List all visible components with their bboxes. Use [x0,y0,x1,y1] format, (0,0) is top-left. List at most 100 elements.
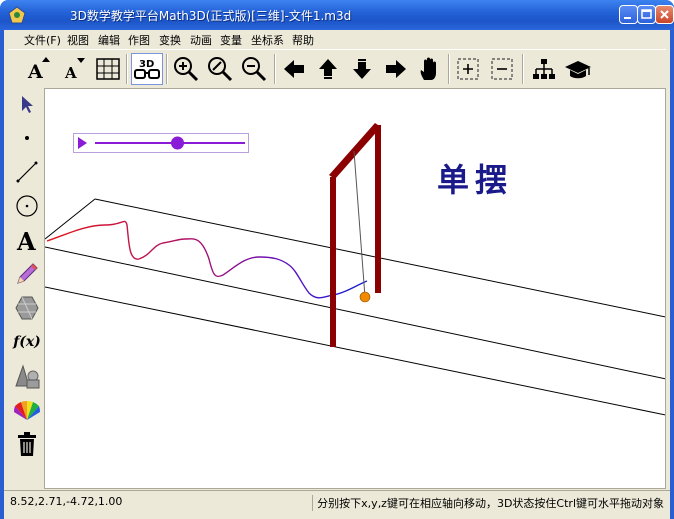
menu-draw[interactable]: 作图 [128,32,150,48]
frame-front-post [330,177,336,347]
close-button[interactable] [655,5,674,24]
status-hint: 分别按下x,y,z键可在相应轴向移动，3D状态按住Ctrl键可水平拖动对象 [312,495,664,511]
circle-tool-icon [16,195,38,217]
move-left-button[interactable] [278,53,310,85]
zoom-fit-icon [208,57,233,82]
canvas-heading: 单摆 [437,161,514,199]
move-down-button[interactable] [346,53,378,85]
menu-animation[interactable]: 动画 [190,32,212,48]
toolbar-separator [448,54,450,84]
pan-button[interactable] [414,53,446,85]
collapse-button[interactable] [486,53,518,85]
pencil-tool-icon [17,263,38,284]
font-decrease-label: A [64,64,77,82]
toolbar: A A 3D [8,49,666,89]
toolbar-separator [522,54,524,84]
toolbar-separator [274,54,276,84]
side-toolbar: A f(x) [8,88,46,489]
title-bar[interactable]: 3D数学教学平台Math3D(正式版)[三维]-文件1.m3d [0,0,674,30]
text-tool[interactable]: A [11,224,43,256]
delete-tool[interactable] [11,428,43,460]
solid-tool[interactable] [11,360,43,392]
move-right-button[interactable] [380,53,412,85]
close-icon [660,10,669,19]
app-window: 3D数学教学平台Math3D(正式版)[三维]-文件1.m3d 文件(F) 视图… [0,0,674,519]
arrow-up-icon [319,59,337,79]
window-title: 3D数学教学平台Math3D(正式版)[三维]-文件1.m3d [70,9,352,23]
font-decrease-button[interactable]: A [58,53,90,85]
ground-line-front [45,286,665,416]
menu-transform[interactable]: 变换 [159,32,181,48]
maximize-button[interactable] [637,5,656,24]
menu-coordinate[interactable]: 坐标系 [251,32,284,48]
pendulum-string [353,150,366,298]
font-decrease-icon: A [64,58,85,82]
3d-glasses-icon: 3D [134,59,160,79]
maximize-icon [641,9,652,19]
line-tool-icon [16,161,38,183]
pendulum-bob[interactable] [359,291,371,303]
frame-back-post [375,125,381,293]
text-tool-icon: A [16,227,36,253]
window-frame-right [670,30,674,519]
zoom-fit-button[interactable] [204,53,236,85]
pendulum-trace-curve [46,220,368,299]
arrow-down-icon [353,59,371,79]
function-tool-icon: f(x) [13,334,41,350]
zoom-out-button[interactable] [238,53,270,85]
hierarchy-icon [533,59,555,79]
text-tool-label: A [16,227,36,253]
ground-line-middle [45,246,665,380]
zoom-in-button[interactable] [170,53,202,85]
menu-view[interactable]: 视图 [67,32,89,48]
menu-bar: 文件(F) 视图 编辑 作图 变换 动画 变量 坐标系 帮助 [4,30,670,48]
move-up-button[interactable] [312,53,344,85]
scene-3d [45,123,665,416]
client-area: 文件(F) 视图 编辑 作图 变换 动画 变量 坐标系 帮助 A A 3D A … [4,30,670,519]
line-tool[interactable] [11,156,43,188]
box-plus-icon [457,58,479,80]
menu-edit[interactable]: 编辑 [98,32,120,48]
point-tool[interactable] [11,122,43,154]
color-palette-icon [13,400,41,420]
drawing-canvas[interactable]: 单摆 [44,88,666,489]
menu-help[interactable]: 帮助 [292,32,314,48]
minimize-icon [624,17,631,19]
toolbar-separator [126,54,128,84]
arrow-right-icon [386,60,406,78]
circle-tool[interactable] [11,190,43,222]
polygon-tool[interactable] [11,292,43,324]
solid-tool-icon [15,364,40,389]
select-tool[interactable] [11,88,43,120]
app-logo-icon [8,6,26,24]
graduation-cap-icon [565,61,591,79]
menu-file[interactable]: 文件(F) [24,32,61,48]
coordinate-readout: 8.52,2.71,-4.72,1.00 [10,495,123,508]
grid-button[interactable] [92,53,124,85]
tutorial-button[interactable] [562,53,594,85]
trash-icon [18,432,36,456]
grid-icon [96,58,120,80]
status-bar: 8.52,2.71,-4.72,1.00 分别按下x,y,z键可在相应轴向移动，… [4,490,670,513]
font-increase-icon: A [27,57,50,82]
font-increase-button[interactable]: A [22,53,54,85]
toolbar-separator [166,54,168,84]
polygon-tool-icon [15,296,39,320]
menu-variable[interactable]: 变量 [220,32,242,48]
point-tool-icon [25,136,29,140]
zoom-in-icon [174,57,199,82]
hierarchy-button[interactable] [528,53,560,85]
minimize-button[interactable] [619,5,638,24]
3d-view-button[interactable]: 3D [131,53,163,85]
select-arrow-icon [22,96,33,113]
box-minus-icon [491,58,513,80]
function-tool[interactable]: f(x) [11,326,43,358]
zoom-out-icon [242,57,267,82]
expand-button[interactable] [452,53,484,85]
pencil-tool[interactable] [11,258,43,290]
color-tool[interactable] [11,394,43,426]
font-increase-label: A [27,61,43,82]
hand-pan-icon [420,57,436,80]
arrow-left-icon [284,60,304,78]
3d-label: 3D [139,59,154,70]
